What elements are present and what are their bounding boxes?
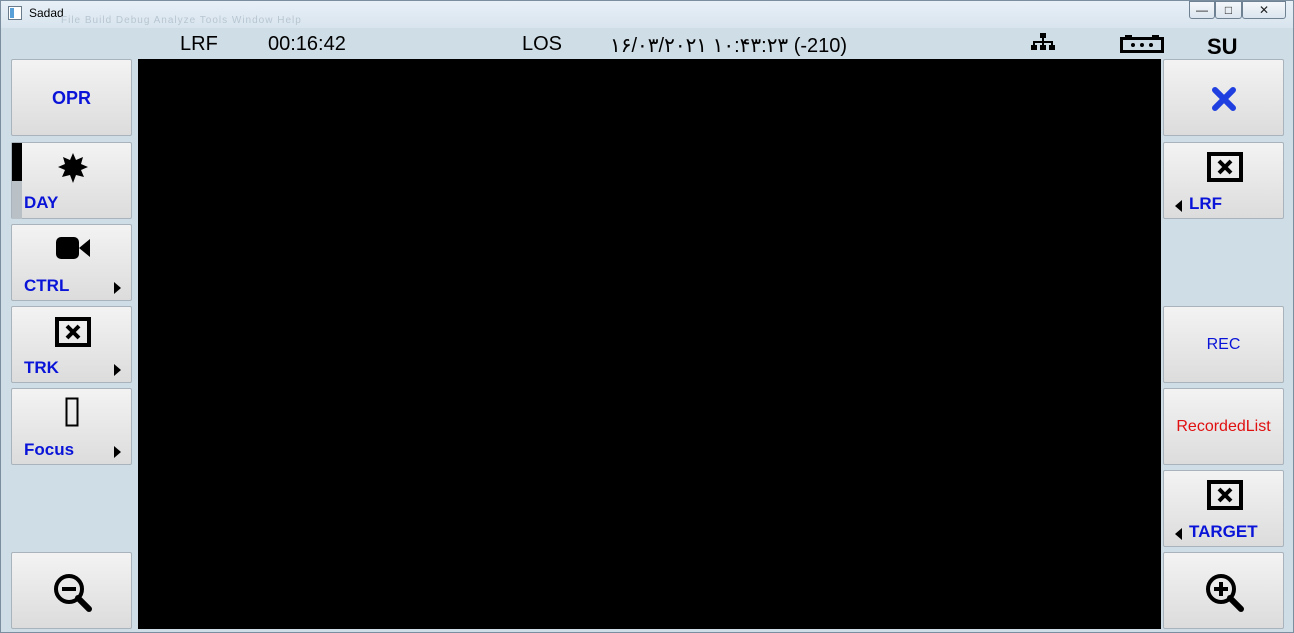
rec-label: REC [1206,335,1241,353]
recorded-list-label: RecordedList [1176,417,1271,435]
focus-label: Focus [24,440,75,459]
focus-icon [65,397,79,427]
app-window: Sadad File Build Debug Analyze Tools Win… [0,0,1294,633]
maximize-icon: □ [1224,3,1233,17]
target-label: TARGET [1189,522,1258,541]
user-role: SU [1207,34,1238,59]
video-display[interactable] [138,59,1161,629]
expand-arrow-icon [114,282,121,294]
background-menu-text: File Build Debug Analyze Tools Window He… [61,15,302,26]
target-icon [1207,480,1243,510]
app-icon [8,6,22,20]
expand-arrow-icon [114,446,121,458]
battery-icon [1120,35,1164,53]
mode-label: LRF [180,33,218,55]
day-label: DAY [24,193,59,212]
focus-button[interactable]: Focus [11,388,132,465]
ctrl-button[interactable]: CTRL [11,224,132,301]
zoom-in-button[interactable] [1163,552,1284,629]
rec-button[interactable]: REC [1163,306,1284,383]
day-level-indicator [12,143,22,219]
close-x-icon [1212,87,1236,111]
trk-label: TRK [24,358,59,377]
opr-label: OPR [51,88,91,108]
minimize-icon: — [1196,3,1208,17]
close-icon: ✕ [1258,3,1270,17]
day-button[interactable]: DAY [11,142,132,219]
track-target-icon [55,317,91,347]
los-label: LOS [522,33,563,55]
ctrl-label: CTRL [24,276,70,295]
title-bar: Sadad File Build Debug Analyze Tools Win… [1,1,1293,28]
recorded-list-button[interactable]: RecordedList [1163,388,1284,465]
datetime-readout: ۱۶/۰۳/۲۰۲۱ ۱۰:۴۳:۲۳ (-210) [610,35,848,57]
video-camera-icon [56,237,90,259]
network-icon [1031,33,1055,50]
status-bar: LRF 00:16:42 LOS ۱۶/۰۳/۲۰۲۱ ۱۰:۴۳:۲۳ (-2… [10,29,1286,59]
zoom-in-icon [1206,574,1244,612]
opr-button[interactable]: OPR [11,59,132,136]
elapsed-time: 00:16:42 [268,33,346,55]
expand-left-arrow-icon [1175,528,1182,540]
zoom-out-button[interactable] [11,552,132,629]
target-button[interactable]: TARGET [1163,470,1284,547]
sun-icon [58,153,88,183]
cancel-button[interactable] [1163,59,1284,136]
trk-button[interactable]: TRK [11,306,132,383]
expand-arrow-icon [114,364,121,376]
lrf-label: LRF [1189,194,1223,213]
window-title: Sadad [29,6,64,20]
close-window-button[interactable]: ✕ [1242,1,1286,19]
minimize-button[interactable]: — [1189,1,1215,19]
lrf-target-icon [1207,152,1243,182]
expand-left-arrow-icon [1175,200,1182,212]
maximize-button[interactable]: □ [1215,1,1242,19]
zoom-out-icon [54,574,92,612]
lrf-button[interactable]: LRF [1163,142,1284,219]
